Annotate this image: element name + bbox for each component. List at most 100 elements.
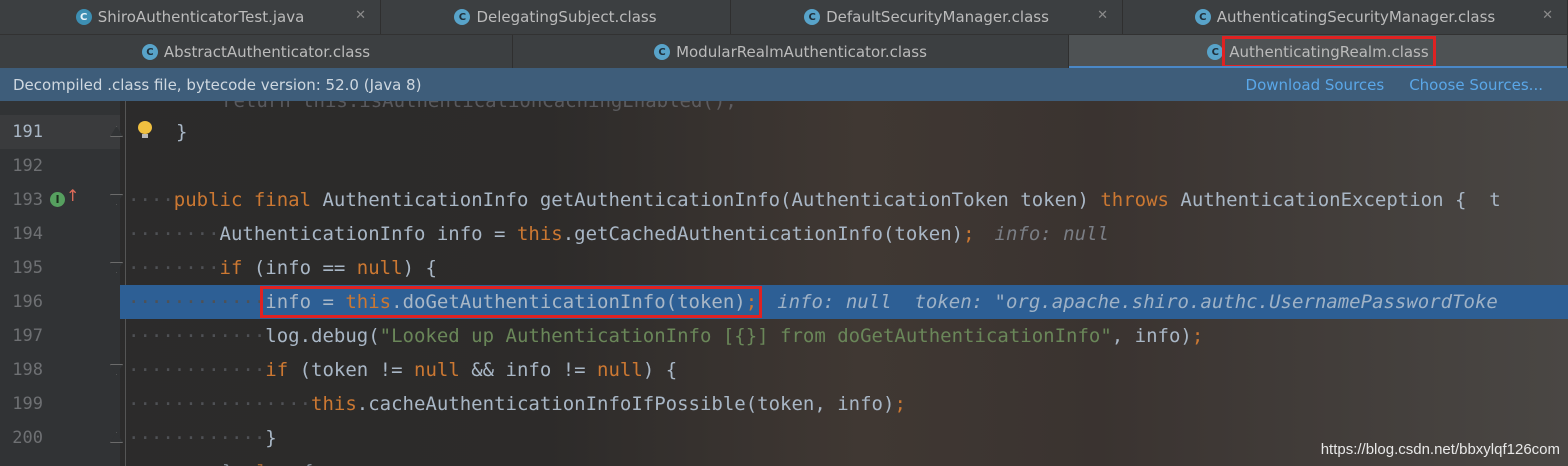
code-line[interactable]: 192 xyxy=(0,149,1568,183)
keyword: public final xyxy=(173,189,323,211)
code-text-partial: } else { xyxy=(222,455,314,466)
code-token: .doGetAuthenticationInfo(token) xyxy=(391,291,746,313)
code-token: AuthenticationInfo getAuthenticationInfo… xyxy=(322,189,1101,211)
code-token: AuthenticationInfo info = xyxy=(219,223,517,245)
class-file-icon: C xyxy=(804,9,821,25)
code-token: .cacheAuthenticationInfoIfPossible(token… xyxy=(356,393,895,415)
execution-point-line[interactable]: 196 ············info = this.doGetAuthent… xyxy=(0,285,1568,319)
fold-expand-icon[interactable] xyxy=(110,262,123,273)
tab-authenticating-realm[interactable]: C AuthenticatingRealm.class xyxy=(1069,35,1568,69)
fold-expand-icon[interactable] xyxy=(110,364,123,375)
class-file-icon: C xyxy=(1194,9,1211,25)
code-token: , info) xyxy=(1111,325,1192,347)
line-number: 197 xyxy=(12,326,43,346)
semicolon: ; xyxy=(1191,325,1204,347)
code-token: ) { xyxy=(402,257,437,279)
choose-sources-link[interactable]: Choose Sources... xyxy=(1409,76,1543,94)
keyword: null xyxy=(356,257,403,279)
implements-method-icon[interactable]: I xyxy=(50,192,65,207)
inline-debug-value: info: null token: "org.apache.shiro.auth… xyxy=(777,291,1498,313)
string-literal: "Looked up AuthenticationInfo [{}] from … xyxy=(379,325,1112,347)
code-text: } xyxy=(176,121,188,143)
ide-window: C ShiroAuthenticatorTest.java ✕ C Delega… xyxy=(0,0,1568,466)
arrow-up-icon: ↑ xyxy=(66,186,80,205)
semicolon: ; xyxy=(745,291,758,313)
code-token: (info == xyxy=(253,257,357,279)
tab-shiro-authenticator-test[interactable]: C ShiroAuthenticatorTest.java ✕ xyxy=(0,0,381,34)
line-number: 195 xyxy=(12,258,43,278)
tab-modular-realm-authenticator[interactable]: C ModularRealmAuthenticator.class xyxy=(513,35,1069,69)
code-text: ············if (token != null && info !=… xyxy=(128,359,678,381)
close-icon[interactable]: ✕ xyxy=(1542,8,1553,23)
editor-tab-bar-bottom: C AbstractAuthenticator.class C ModularR… xyxy=(0,34,1568,69)
class-file-icon: C xyxy=(454,9,471,25)
tab-label: ShiroAuthenticatorTest.java xyxy=(97,8,305,26)
keyword: this xyxy=(345,291,392,313)
code-text: ············info = this.doGetAuthenticat… xyxy=(128,286,1498,318)
tab-label: ModularRealmAuthenticator.class xyxy=(676,43,927,61)
semicolon: ; xyxy=(963,223,975,245)
decompiled-notice-text: Decompiled .class file, bytecode version… xyxy=(13,75,422,94)
code-text: ········if (info == null) { xyxy=(128,257,437,279)
class-file-icon: C xyxy=(1207,44,1224,60)
code-text: ····public final AuthenticationInfo getA… xyxy=(128,189,1501,211)
tab-default-security-manager[interactable]: C DefaultSecurityManager.class ✕ xyxy=(731,0,1123,34)
code-line[interactable]: 193 I ↑ ····public final AuthenticationI… xyxy=(0,183,1568,217)
line-number: 196 xyxy=(12,292,43,312)
code-text: ············} xyxy=(128,427,277,449)
code-token: ) { xyxy=(642,359,678,381)
keyword: null xyxy=(414,359,460,381)
keyword: this xyxy=(311,393,357,415)
keyword: null xyxy=(597,359,643,381)
tab-delegating-subject[interactable]: C DelegatingSubject.class xyxy=(381,0,731,34)
java-class-icon: C xyxy=(75,9,92,25)
code-text: ················this.cacheAuthentication… xyxy=(128,393,906,415)
tab-abstract-authenticator[interactable]: C AbstractAuthenticator.class xyxy=(0,35,513,69)
fold-expand-icon[interactable] xyxy=(110,194,123,205)
code-line[interactable]: 195 ········if (info == null) { xyxy=(0,251,1568,285)
code-token: && info != xyxy=(459,359,598,381)
code-token: AuthenticationException { t xyxy=(1180,189,1501,211)
code-text: ············log.debug("Looked up Authent… xyxy=(128,325,1204,347)
line-number: 193 xyxy=(12,190,43,210)
semicolon: ; xyxy=(894,393,906,415)
close-icon[interactable]: ✕ xyxy=(355,8,366,23)
keyword: if xyxy=(219,257,254,279)
code-line[interactable]: 198 ············if (token != null && inf… xyxy=(0,353,1568,387)
keyword: throws xyxy=(1100,189,1181,211)
code-token: log.debug( xyxy=(265,325,380,347)
watermark: https://blog.csdn.net/bbxylqf126com xyxy=(1320,441,1560,458)
code-editor[interactable]: return this.isAuthenticationCachingEnabl… xyxy=(0,101,1568,466)
code-line[interactable]: 199 ················this.cacheAuthentica… xyxy=(0,387,1568,421)
tab-label: AuthenticatingRealm.class xyxy=(1222,36,1436,68)
tab-authenticating-security-manager[interactable]: C AuthenticatingSecurityManager.class ✕ xyxy=(1123,0,1568,34)
class-file-icon: C xyxy=(141,44,158,60)
tab-label: AbstractAuthenticator.class xyxy=(163,43,371,61)
download-sources-link[interactable]: Download Sources xyxy=(1246,76,1385,94)
code-token: (token != xyxy=(299,359,414,381)
line-number: 198 xyxy=(12,360,43,380)
line-number: 194 xyxy=(12,224,43,244)
keyword: this xyxy=(516,223,563,245)
fold-collapse-icon[interactable] xyxy=(110,432,123,443)
tab-label: DelegatingSubject.class xyxy=(476,8,657,26)
decompiled-notice-banner: Decompiled .class file, bytecode version… xyxy=(0,68,1568,101)
code-line[interactable]: 197 ············log.debug("Looked up Aut… xyxy=(0,319,1568,353)
code-line[interactable]: 194 ········AuthenticationInfo info = th… xyxy=(0,217,1568,251)
line-number: 192 xyxy=(12,156,43,176)
line-number: 191 xyxy=(12,122,43,142)
line-number: 199 xyxy=(12,394,43,414)
close-icon[interactable]: ✕ xyxy=(1097,8,1108,23)
highlighted-statement: info = this.doGetAuthenticationInfo(toke… xyxy=(260,286,763,318)
code-token: info = xyxy=(265,291,346,313)
editor-tab-bar-top: C ShiroAuthenticatorTest.java ✕ C Delega… xyxy=(0,0,1568,34)
code-token: } xyxy=(265,427,277,449)
keyword: if xyxy=(265,359,300,381)
lightbulb-icon[interactable] xyxy=(138,121,152,138)
tab-label: AuthenticatingSecurityManager.class xyxy=(1216,8,1496,26)
tab-label: DefaultSecurityManager.class xyxy=(826,8,1049,26)
code-text: ········AuthenticationInfo info = this.g… xyxy=(128,223,1109,245)
line-number: 200 xyxy=(12,428,43,448)
code-line[interactable]: 191 } xyxy=(0,115,1568,149)
inline-debug-value: info: null xyxy=(994,223,1109,245)
